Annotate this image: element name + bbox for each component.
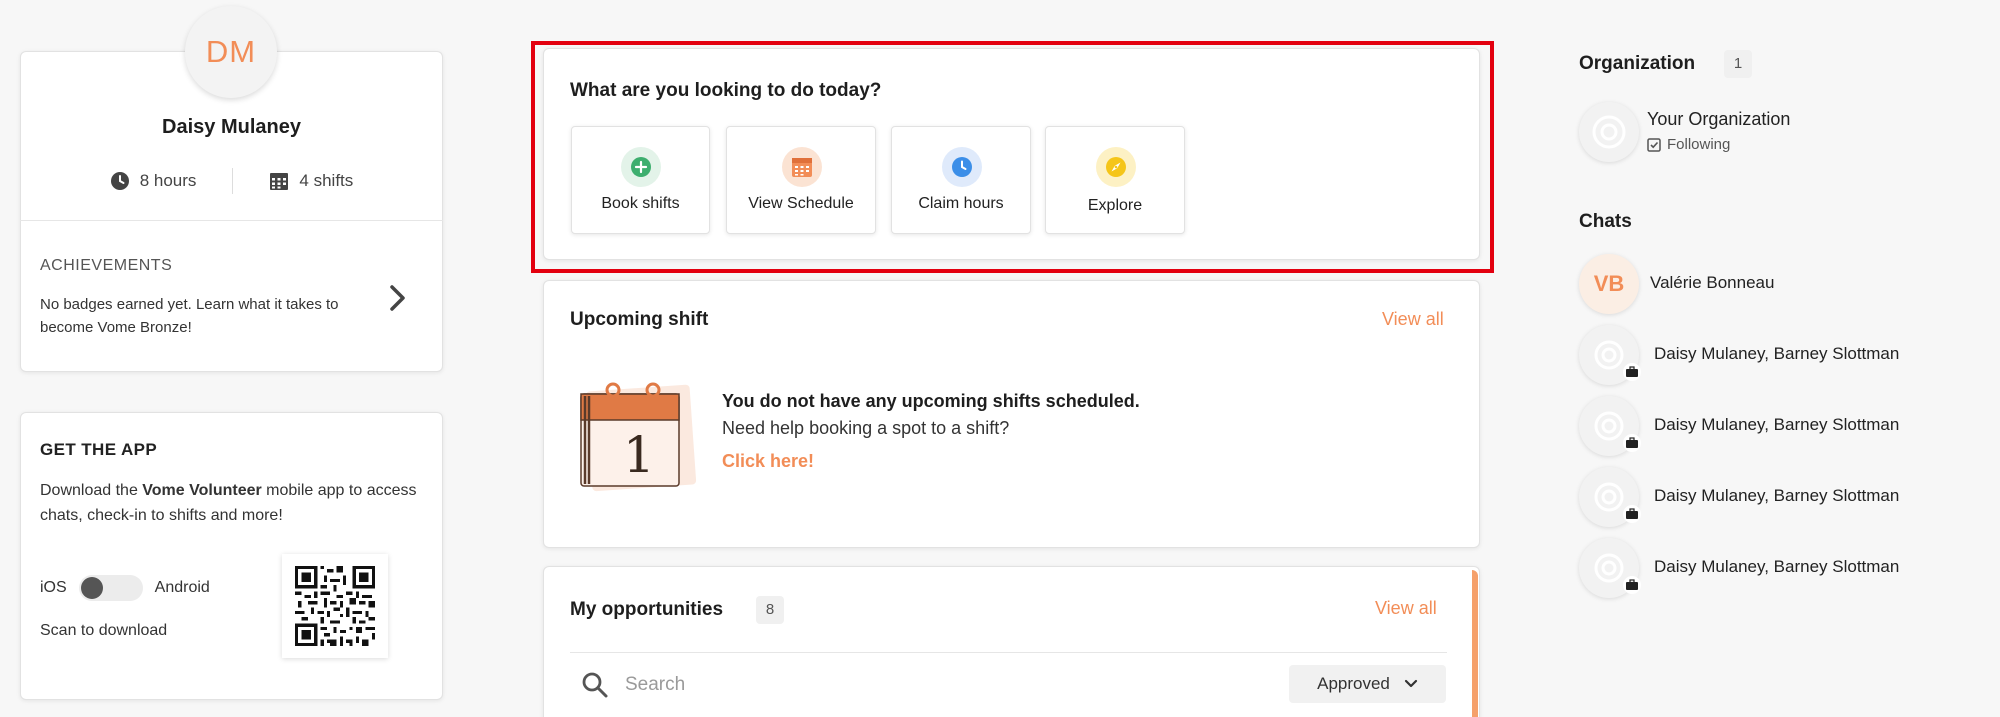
calendar-day-number: 1	[623, 426, 655, 484]
chevron-down-icon	[1404, 679, 1417, 688]
shifts-value: 4 shifts	[299, 171, 354, 190]
briefcase-icon	[1623, 363, 1641, 381]
calendar-icon	[270, 173, 289, 190]
profile-divider	[20, 220, 443, 221]
status-filter-value: Approved	[1317, 674, 1390, 693]
organization-logo-icon	[1594, 411, 1624, 441]
chat-name: Daisy Mulaney, Barney Slottman	[1654, 486, 1900, 505]
toggle-knob	[80, 577, 103, 599]
organization-follow-status: Following	[1647, 136, 1730, 153]
upcoming-view-all-link[interactable]: View all	[1382, 309, 1444, 330]
calendar-illustration: 1	[580, 382, 697, 492]
view-schedule-label: View Schedule	[748, 195, 854, 212]
organization-title: Organization	[1579, 53, 1696, 74]
my-opportunities-title: My opportunities	[570, 599, 724, 620]
upcoming-empty-subtitle: Need help booking a spot to a shift?	[722, 418, 1010, 438]
organization-logo-icon	[1594, 340, 1624, 370]
profile-stats: 8 hours 4 shifts	[20, 168, 443, 194]
organization-avatar[interactable]	[1579, 102, 1639, 162]
get-app-title: GET THE APP	[40, 440, 158, 459]
status-filter-dropdown[interactable]: Approved	[1289, 665, 1446, 703]
shifts-stat: 4 shifts	[269, 171, 353, 191]
chat-name: Daisy Mulaney, Barney Slottman	[1654, 557, 1900, 576]
explore-tile[interactable]: Explore	[1045, 126, 1185, 234]
ios-label: iOS	[40, 579, 67, 596]
claim-hours-label: Claim hours	[918, 195, 1004, 212]
claim-hours-tile[interactable]: Claim hours	[891, 126, 1031, 234]
card-accent-bar	[1472, 570, 1478, 717]
chats-title: Chats	[1579, 211, 1632, 232]
opportunities-count-badge: 8	[756, 596, 784, 624]
achievements-text: No badges earned yet. Learn what it take…	[40, 296, 339, 336]
chat-item[interactable]: VB Valérie Bonneau	[1579, 254, 1999, 316]
booking-help-link[interactable]: Click here!	[722, 451, 814, 472]
qr-code	[282, 554, 388, 658]
quick-actions-title: What are you looking to do today?	[570, 80, 882, 101]
chat-name: Valérie Bonneau	[1650, 273, 1775, 292]
chat-name: Daisy Mulaney, Barney Slottman	[1654, 415, 1900, 434]
compass-icon	[1096, 147, 1136, 187]
chat-name: Daisy Mulaney, Barney Slottman	[1654, 344, 1900, 363]
clock-icon	[942, 147, 982, 187]
organization-logo-icon	[1594, 482, 1624, 512]
opportunities-view-all-link[interactable]: View all	[1375, 598, 1437, 619]
search-icon	[582, 672, 608, 698]
profile-avatar[interactable]: DM	[185, 6, 277, 98]
opportunities-divider	[570, 652, 1447, 653]
clock-icon	[110, 172, 129, 190]
platform-toggle-row: iOS Android	[40, 575, 210, 601]
hours-stat: 8 hours	[110, 171, 197, 191]
organization-count-badge: 1	[1724, 50, 1752, 78]
upcoming-empty-title: You do not have any upcoming shifts sche…	[722, 391, 1140, 411]
app-brand-name: Vome Volunteer	[142, 482, 262, 499]
opportunities-search-input[interactable]	[625, 670, 1075, 700]
chat-item[interactable]: Daisy Mulaney, Barney Slottman	[1579, 467, 1999, 529]
chevron-right-icon[interactable]	[386, 283, 410, 313]
chat-avatar: VB	[1579, 254, 1639, 314]
briefcase-icon	[1623, 505, 1641, 523]
book-shifts-tile[interactable]: Book shifts	[571, 126, 710, 234]
explore-label: Explore	[1087, 197, 1143, 214]
organization-name[interactable]: Your Organization	[1647, 109, 1790, 130]
upcoming-shift-title: Upcoming shift	[570, 309, 709, 330]
chat-item[interactable]: Daisy Mulaney, Barney Slottman	[1579, 325, 1999, 387]
stats-divider	[232, 168, 234, 194]
hours-value: 8 hours	[139, 171, 197, 190]
organization-logo-icon	[1594, 553, 1624, 583]
view-schedule-tile[interactable]: View Schedule	[726, 126, 876, 234]
check-square-icon	[1647, 137, 1661, 152]
chat-item[interactable]: Daisy Mulaney, Barney Slottman	[1579, 396, 1999, 458]
achievements-title: ACHIEVEMENTS	[40, 257, 173, 274]
get-app-description: Download the Vome Volunteer mobile app t…	[40, 478, 440, 528]
organization-logo-icon	[1592, 115, 1626, 149]
book-shifts-label: Book shifts	[601, 195, 680, 212]
chat-item[interactable]: Daisy Mulaney, Barney Slottman	[1579, 538, 1999, 600]
desc-text: Download the	[40, 482, 143, 499]
plus-circle-icon	[621, 147, 661, 187]
briefcase-icon	[1623, 434, 1641, 452]
calendar-icon	[782, 147, 822, 187]
qr-code-icon	[295, 566, 375, 646]
profile-name: Daisy Mulaney	[162, 116, 301, 138]
scan-label: Scan to download	[40, 622, 168, 639]
platform-toggle[interactable]	[78, 575, 143, 601]
follow-status-label: Following	[1667, 136, 1731, 153]
briefcase-icon	[1623, 576, 1641, 594]
android-label: Android	[154, 579, 210, 596]
